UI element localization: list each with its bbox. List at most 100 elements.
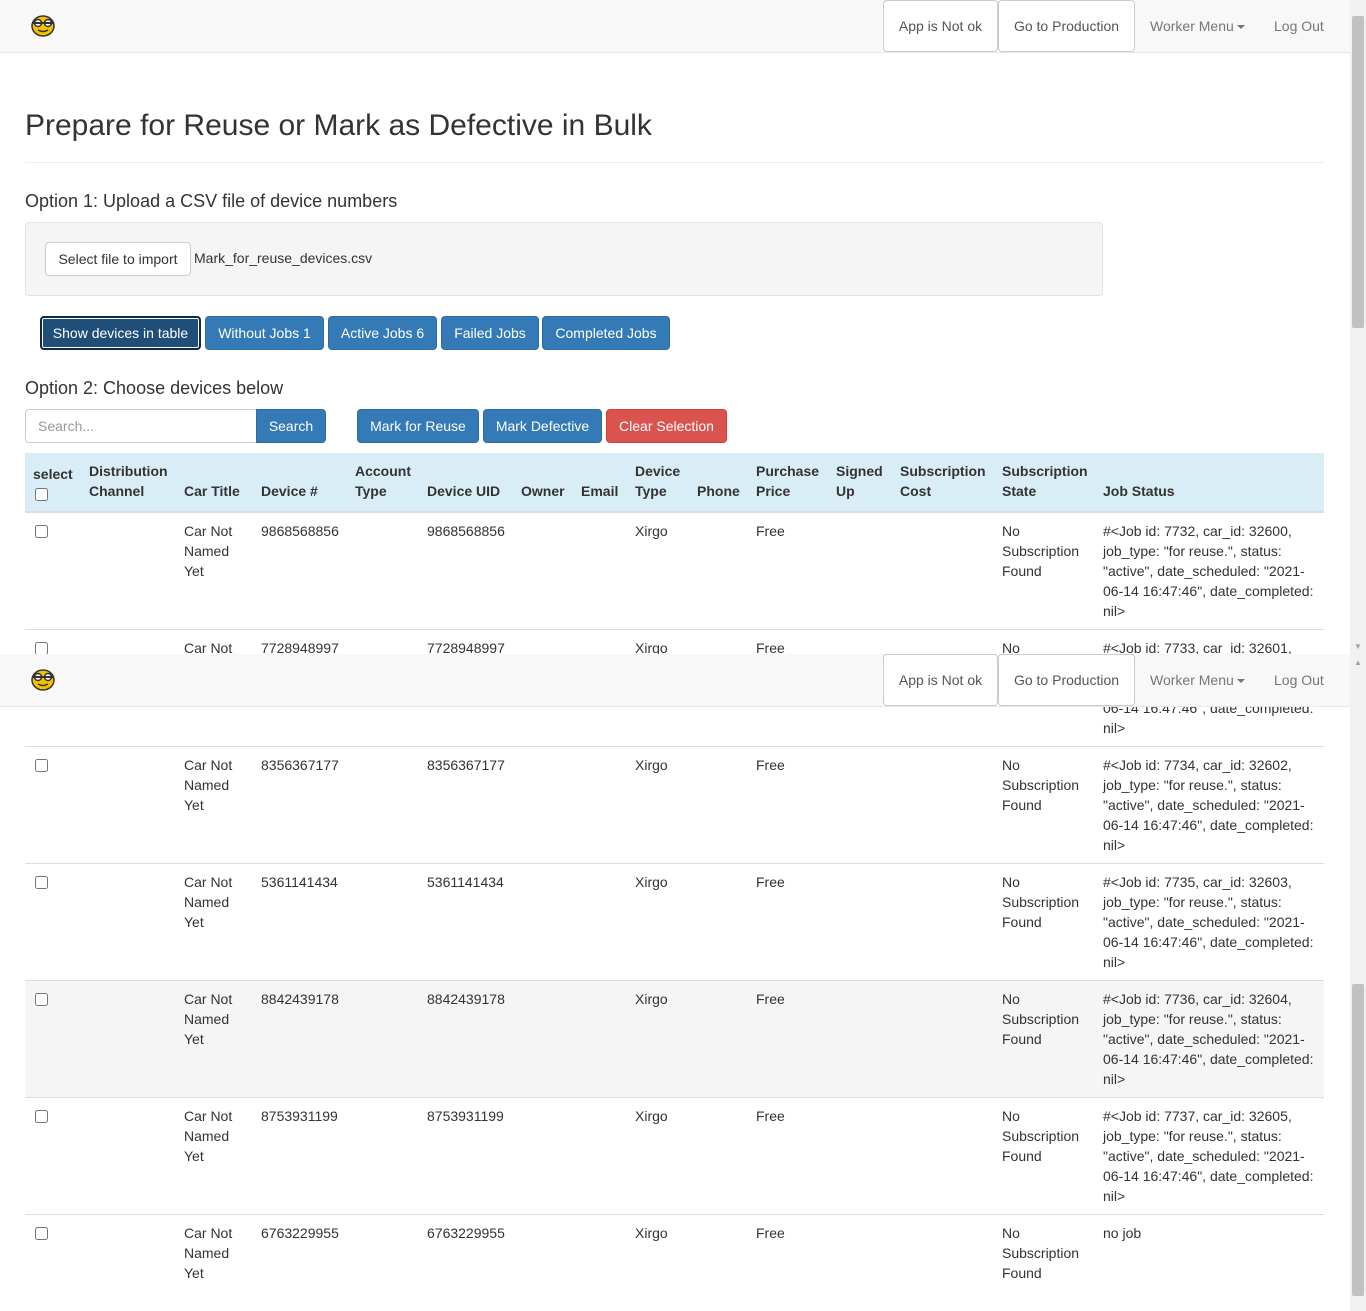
device-uid-cell: 8753931199 [419,1097,513,1215]
car-title-cell: Car Not Named Yet [176,511,253,630]
search-input[interactable] [25,409,257,443]
device-type-cell: Xirgo [627,1214,689,1311]
row-select-checkbox[interactable] [35,876,48,889]
select-cell [25,1097,81,1215]
subscription-state-cell: No Subscription Found [994,863,1095,981]
scroll-up-arrow-icon[interactable]: ▲ [1350,656,1366,670]
signed-up-cell [828,746,892,864]
device-uid-cell: 9868568856 [419,511,513,630]
signed-up-cell [828,1214,892,1311]
column-header-signed-up[interactable]: Signed Up [828,453,892,513]
select-file-button[interactable]: Select file to import [45,242,191,276]
clear-selection-button[interactable]: Clear Selection [606,409,727,443]
device-type-cell: Xirgo [627,511,689,630]
mark-for-reuse-button[interactable]: Mark for Reuse [357,409,479,443]
select-cell [25,746,81,864]
app-status-button[interactable]: App is Not ok [883,0,998,52]
select-all-checkbox[interactable] [35,488,48,501]
signed-up-cell [828,980,892,1098]
column-header-subscription-cost[interactable]: Subscription Cost [892,453,994,513]
worker-menu-dropdown[interactable]: Worker Menu [1150,0,1245,52]
column-header-device-uid[interactable]: Device UID [419,453,513,513]
go-to-production-button[interactable]: Go to Production [998,654,1135,706]
active-jobs-button[interactable]: Active Jobs 6 [328,316,437,350]
log-out-link[interactable]: Log Out [1274,0,1324,52]
table-row: Car Not Named Yet 9868568856 9868568856 … [25,511,1324,630]
column-header-distribution-channel[interactable]: Distribution Channel [81,453,176,513]
owner-cell [513,1097,573,1215]
account-type-cell [347,511,419,630]
column-header-subscription-state[interactable]: Subscription State [994,453,1095,513]
row-select-checkbox[interactable] [35,1227,48,1240]
distribution-channel-cell [81,980,176,1098]
select-cell [25,863,81,981]
mark-defective-button[interactable]: Mark Defective [483,409,602,443]
column-header-device-type[interactable]: Device Type [627,453,689,513]
scrollbar-thumb-lower[interactable] [1352,984,1364,1296]
subscription-cost-cell [892,1214,994,1311]
search-button[interactable]: Search [256,409,326,443]
signed-up-cell [828,1097,892,1215]
scrollbar-thumb-upper[interactable] [1352,16,1364,328]
distribution-channel-cell [81,1097,176,1215]
go-to-production-button[interactable]: Go to Production [998,0,1135,52]
upload-well: Select file to import Mark_for_reuse_dev… [25,222,1103,296]
job-status-cell: #<Job id: 7734, car_id: 32602, job_type:… [1095,746,1324,864]
purchase-price-cell: Free [748,746,828,864]
column-header-email[interactable]: Email [573,453,627,513]
table-row: Car Not Named Yet 6763229955 6763229955 … [25,1214,1324,1311]
column-header-phone[interactable]: Phone [689,453,748,513]
car-title-cell: Car Not Named Yet [176,1214,253,1311]
devices-table-wrapper: select Distribution Channel Car Title De… [25,453,1324,1311]
log-out-link[interactable]: Log Out [1274,654,1324,706]
worker-menu-dropdown[interactable]: Worker Menu [1150,654,1245,706]
row-select-checkbox[interactable] [35,759,48,772]
device-uid-cell: 8356367177 [419,746,513,864]
column-header-account-type[interactable]: Account Type [347,453,419,513]
device-number-cell: 9868568856 [253,511,347,630]
table-row: Car Not Named Yet 8753931199 8753931199 … [25,1097,1324,1215]
email-cell [573,1097,627,1215]
phone-cell [689,1097,748,1215]
job-status-cell: #<Job id: 7732, car_id: 32600, job_type:… [1095,511,1324,630]
failed-jobs-button[interactable]: Failed Jobs [441,316,539,350]
email-cell [573,863,627,981]
column-header-car-title[interactable]: Car Title [176,453,253,513]
column-header-job-status[interactable]: Job Status [1095,453,1324,513]
car-title-cell: Car Not Named Yet [176,746,253,864]
selected-file-name: Mark_for_reuse_devices.csv [194,250,373,266]
select-cell [25,1214,81,1311]
device-uid-cell: 6763229955 [419,1214,513,1311]
subscription-state-cell: No Subscription Found [994,980,1095,1098]
select-cell [25,980,81,1098]
account-type-cell [347,863,419,981]
purchase-price-cell: Free [748,863,828,981]
device-type-cell: Xirgo [627,1097,689,1215]
device-uid-cell: 8842439178 [419,980,513,1098]
without-jobs-button[interactable]: Without Jobs 1 [205,316,324,350]
phone-cell [689,980,748,1098]
caret-down-icon [1236,679,1245,684]
row-select-checkbox[interactable] [35,1110,48,1123]
robot-logo-icon[interactable] [29,666,57,692]
scroll-down-arrow-icon[interactable]: ▼ [1350,640,1366,654]
phone-cell [689,746,748,864]
car-title-cell: Car Not Named Yet [176,980,253,1098]
account-type-cell [347,1097,419,1215]
column-header-owner[interactable]: Owner [513,453,573,513]
signed-up-cell [828,863,892,981]
purchase-price-cell: Free [748,511,828,630]
column-header-device-number[interactable]: Device # [253,453,347,513]
row-select-checkbox[interactable] [35,993,48,1006]
show-devices-in-table-button[interactable]: Show devices in table [40,316,201,350]
row-select-checkbox[interactable] [35,525,48,538]
completed-jobs-button[interactable]: Completed Jobs [542,316,670,350]
device-number-cell: 8753931199 [253,1097,347,1215]
subscription-cost-cell [892,863,994,981]
purchase-price-cell: Free [748,1214,828,1311]
column-header-purchase-price[interactable]: Purchase Price [748,453,828,513]
distribution-channel-cell [81,863,176,981]
robot-logo-icon[interactable] [29,12,57,38]
app-status-button[interactable]: App is Not ok [883,654,998,706]
subscription-cost-cell [892,1097,994,1215]
